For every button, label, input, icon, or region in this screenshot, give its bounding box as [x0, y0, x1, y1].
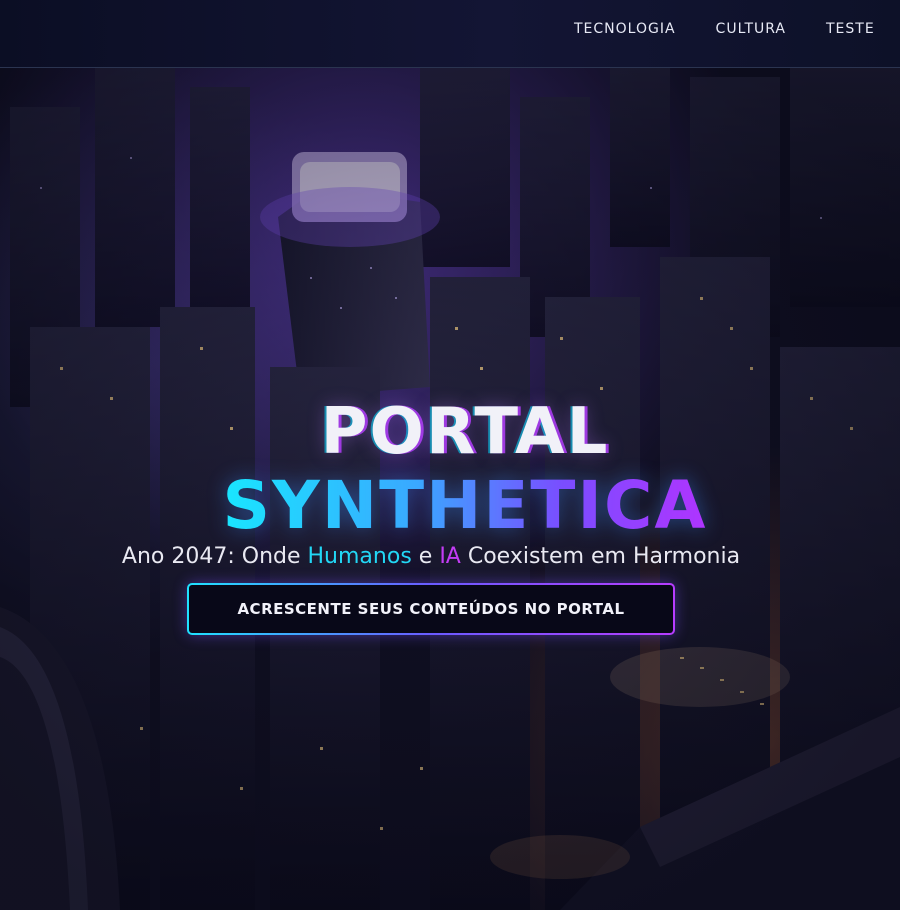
subtitle-part2: e — [411, 544, 440, 569]
nav-link-tecnologia[interactable]: TECNOLOGIA — [574, 20, 676, 38]
nav-links: TECNOLOGIA CULTURA TESTE — [574, 20, 900, 38]
nav-link-teste[interactable]: TESTE — [826, 20, 875, 38]
add-content-button[interactable]: ACRESCENTE SEUS CONTEÚDOS NO PORTAL — [187, 583, 675, 635]
hero-subtitle: Ano 2047: Onde Humanos e IA Coexistem em… — [0, 542, 862, 572]
add-content-button-label: ACRESCENTE SEUS CONTEÚDOS NO PORTAL — [237, 600, 625, 618]
subtitle-humanos: Humanos — [307, 544, 412, 569]
subtitle-part1: Ano 2047: Onde — [121, 544, 308, 569]
hero-title-synthetica: SYNTHETICA — [0, 468, 900, 544]
subtitle-ia: IA — [439, 544, 461, 569]
page: TECNOLOGIA CULTURA TESTE PORTAL SYNTHETI… — [0, 0, 900, 910]
hero-title-portal: PORTAL — [320, 394, 610, 469]
nav-link-cultura[interactable]: CULTURA — [716, 20, 786, 38]
subtitle-part3: Coexistem em Harmonia — [460, 544, 741, 569]
navbar: TECNOLOGIA CULTURA TESTE — [0, 0, 900, 68]
hero-title-synthetica-text: SYNTHETICA — [222, 467, 708, 545]
